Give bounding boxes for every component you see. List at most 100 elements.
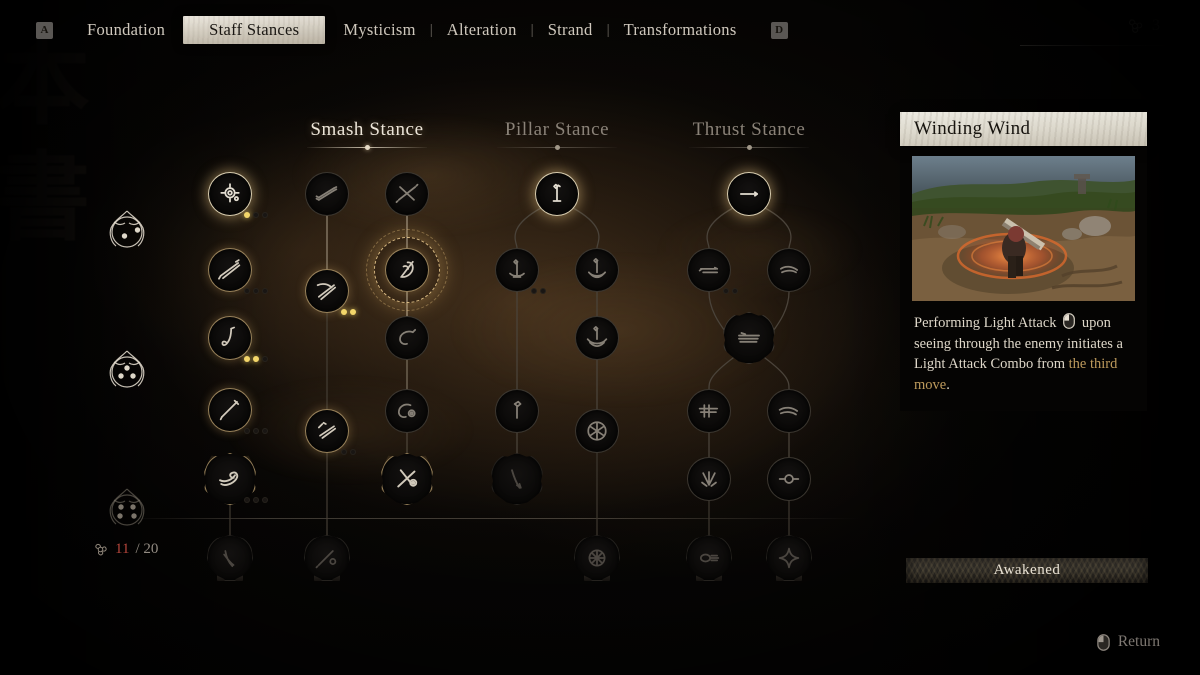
rank-pip-empty [262, 356, 268, 362]
nav-tab-list: Foundation Staff Stances Mysticism | Alterat… [75, 16, 749, 44]
ult-burst-icon [588, 549, 606, 567]
arc-swipe-icon [399, 328, 417, 345]
staff-coil-icon [219, 471, 239, 486]
skill-node-rank-pips [244, 356, 268, 362]
rank-pip-empty [244, 428, 250, 434]
ult-hook-icon [223, 550, 235, 568]
nav-separator: | [429, 21, 433, 38]
nav-separator: | [606, 21, 610, 38]
skill-node-pillar-wheel[interactable] [575, 409, 619, 453]
skill-node-rank-pips [341, 309, 356, 315]
skill-node-pillar-wave2[interactable] [575, 316, 619, 360]
skill-node-pillar-jab[interactable] [495, 389, 539, 433]
nav-tab-strand[interactable]: Strand [536, 17, 605, 43]
hook-strike-icon [221, 326, 235, 347]
rank-pip-filled [253, 356, 259, 362]
thrust-arc-icon [778, 406, 799, 416]
skill-node-staff-spin[interactable] [305, 409, 349, 453]
thrust-rake-icon [698, 404, 719, 418]
top-navigation-bar: A Foundation Staff Stances Mysticism | Alter… [0, 0, 1200, 60]
skill-node-thrust-line[interactable] [727, 172, 771, 216]
skill-node-rank-pips [531, 288, 546, 294]
skill-node-hook-strike[interactable] [208, 316, 252, 360]
nav-tab-mysticism[interactable]: Mysticism [331, 17, 427, 43]
rank-pip-empty [531, 288, 537, 294]
skill-node-thrust-curve[interactable] [767, 248, 811, 292]
ult-pierce-icon [699, 553, 720, 563]
awakened-button[interactable]: Awakened [906, 558, 1148, 583]
cross-orb-icon [397, 469, 418, 488]
skill-node-staff-slash[interactable] [208, 248, 252, 292]
thrust-multi-icon [738, 332, 760, 343]
pillar-rod-icon [552, 183, 562, 202]
rank-pip-empty [262, 288, 268, 294]
skill-node-rank-pips [244, 428, 268, 434]
staff-sweep-icon [315, 186, 338, 201]
rank-pip-empty [253, 497, 259, 503]
rank-pip-empty [253, 428, 259, 434]
skill-node-staff-thrust[interactable] [208, 388, 252, 432]
skill-node-rank-pips [244, 288, 268, 294]
spark-swirl-icon [95, 543, 107, 556]
return-hint[interactable]: Return [1097, 633, 1160, 651]
pillar-wave2-icon [586, 326, 608, 348]
thrust-fan-icon [701, 471, 717, 487]
rank-pip-empty [244, 497, 250, 503]
nav-tab-foundation[interactable]: Foundation [75, 17, 177, 43]
thrust-dash-icon [698, 266, 719, 274]
cross-staff-icon [395, 183, 419, 204]
skill-node-winding-wind[interactable] [366, 229, 448, 311]
rank-pip-empty [262, 497, 268, 503]
skill-node-thrust-ring[interactable] [767, 457, 811, 501]
rank-pip-filled [341, 309, 347, 315]
spark-spent-value: 11 [115, 541, 130, 557]
preview-illustration [912, 156, 1135, 301]
skill-node-thrust-rake[interactable] [687, 389, 731, 433]
rank-pip-empty [732, 288, 738, 294]
nav-separator: | [530, 21, 534, 38]
skill-tree-screen: 本 書 A Foundation Staff Stances Mysticism | A… [0, 0, 1200, 675]
staff-thrust-icon [219, 399, 240, 421]
skill-node-rank-pips [244, 497, 268, 503]
rank-pip-empty [723, 288, 729, 294]
skill-node-staff-guard[interactable] [305, 269, 349, 313]
nav-tab-alteration[interactable]: Alteration [435, 17, 529, 43]
skill-node-impact-burst[interactable] [208, 172, 252, 216]
skill-detail-panel: Winding Wind Performing Light Attack upo… [900, 112, 1152, 412]
skill-node-rank-pips [244, 212, 268, 218]
skill-node-rank-pips [723, 288, 738, 294]
rank-pip-empty [262, 428, 268, 434]
next-tab-key-hint[interactable]: D [770, 21, 788, 39]
skill-node-cross-staff[interactable] [385, 172, 429, 216]
skill-preview-image [912, 156, 1135, 301]
thrust-curve-icon [779, 265, 799, 274]
staff-guard-icon [316, 283, 337, 301]
skill-node-thrust-fan[interactable] [687, 457, 731, 501]
skill-node-arc-orb[interactable] [385, 389, 429, 433]
skill-node-arc-swipe[interactable] [385, 316, 429, 360]
mouse-left-click-icon [1063, 313, 1076, 329]
thrust-ring-icon [778, 474, 800, 484]
skill-node-thrust-arc[interactable] [767, 389, 811, 433]
skill-desc-part-3: . [946, 376, 950, 393]
staff-slash-icon [218, 259, 241, 280]
nav-tab-transformations[interactable]: Transformations [612, 17, 749, 43]
rank-pip-filled [350, 309, 356, 315]
mouse-right-click-icon [1097, 633, 1110, 651]
skill-node-rank-pips [341, 449, 356, 455]
prev-tab-key-hint[interactable]: A [36, 21, 53, 39]
nav-tab-staff-stances[interactable]: Staff Stances [183, 16, 325, 44]
skill-node-staff-sweep[interactable] [305, 172, 349, 216]
skill-node-pillar-root[interactable] [495, 248, 539, 292]
skill-tree-canvas [0, 0, 880, 675]
pillar-wheel-icon [587, 421, 607, 441]
pillar-root-icon [509, 259, 525, 278]
skill-node-pillar-rod[interactable] [535, 172, 579, 216]
ult-staff-icon [315, 550, 337, 569]
impact-burst-icon [220, 183, 240, 203]
skill-node-pillar-wave[interactable] [575, 248, 619, 292]
skill-node-thrust-dash[interactable] [687, 248, 731, 292]
skill-title: Winding Wind [900, 112, 1147, 146]
rank-pip-empty [341, 449, 347, 455]
rank-pip-filled [244, 212, 250, 218]
